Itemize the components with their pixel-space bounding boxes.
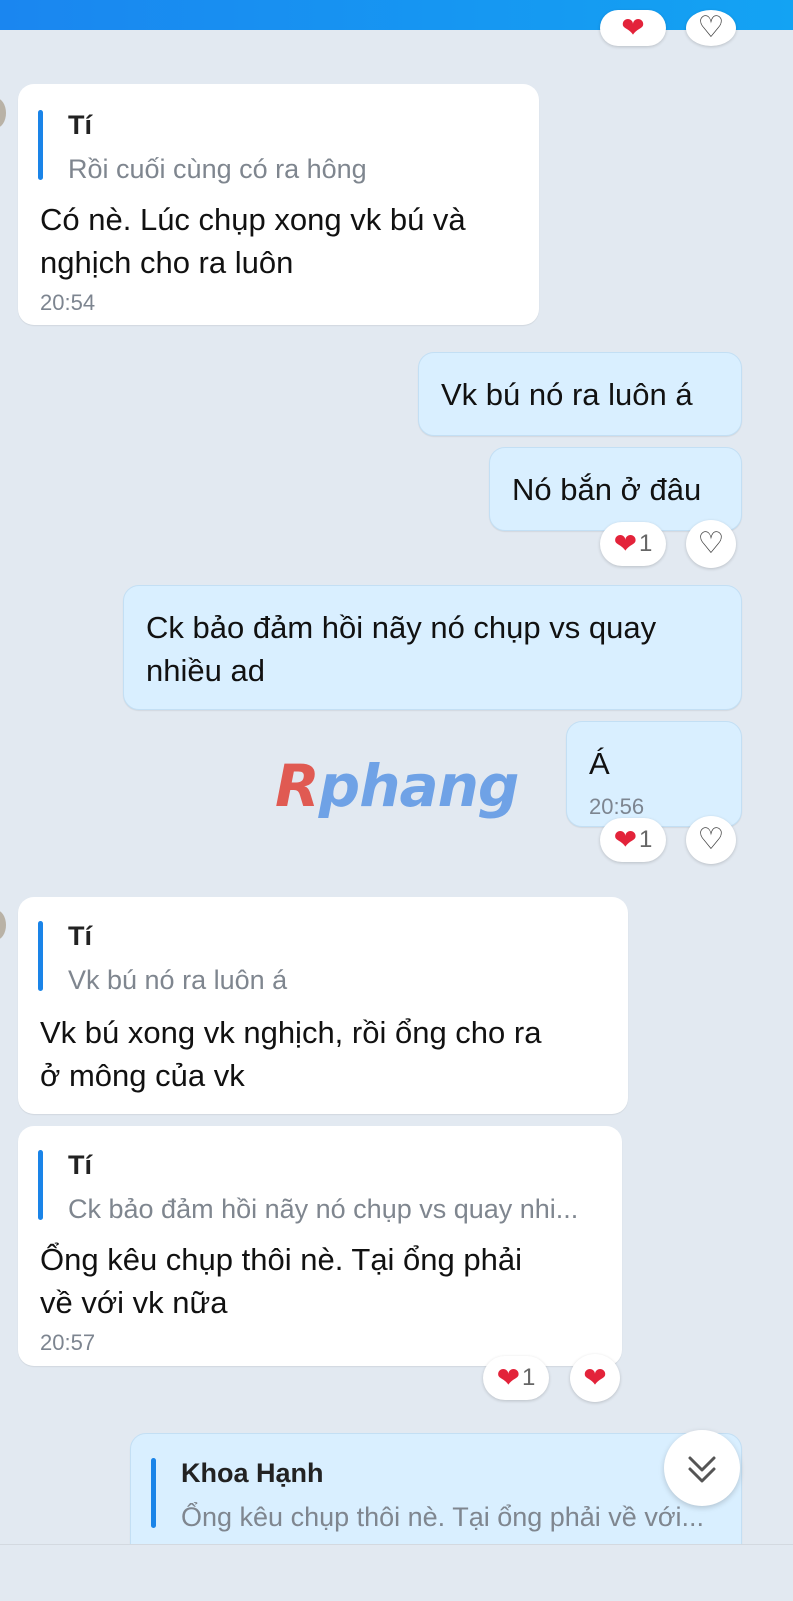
message-time: 20:57 — [40, 1330, 96, 1355]
scroll-to-bottom-button[interactable] — [664, 1430, 740, 1506]
message-time: 20:54 — [40, 290, 96, 315]
quote-bar — [38, 921, 43, 991]
message-bubble-outgoing[interactable]: Ck bảo đảm hồi nãy nó chụp vs quay nhiều… — [123, 585, 742, 710]
bottom-bar — [0, 1544, 793, 1601]
quote-bar — [151, 1458, 156, 1528]
heart-outline-icon: ♡ — [697, 527, 725, 560]
avatar[interactable] — [0, 98, 6, 128]
quote-bar — [38, 110, 43, 180]
message-bubble-outgoing[interactable]: Vk bú nó ra luôn á — [418, 352, 742, 436]
message-text: Ổng kêu chụp thôi nè. Tại ổng phải về vớ… — [40, 1242, 522, 1320]
message-bubble-incoming[interactable]: Tí Ck bảo đảm hồi nãy nó chụp vs quay nh… — [18, 1126, 622, 1366]
heart-outline-icon: ♡ — [697, 823, 725, 856]
reaction-pill[interactable]: ❤ 1 — [600, 818, 666, 862]
quote-author: Tí — [68, 1150, 92, 1180]
heart-filled-icon: ❤ — [496, 1362, 521, 1393]
watermark-logo: Rphang — [275, 752, 519, 820]
quote-bar — [38, 1150, 43, 1220]
avatar[interactable] — [0, 910, 6, 940]
quote-text: Ck bảo đảm hồi nãy nó chụp vs quay nhi..… — [68, 1194, 579, 1224]
quote-author: Tí — [68, 110, 92, 140]
message-bubble-incoming[interactable]: Tí Rồi cuối cùng có ra hông Có nè. Lúc c… — [18, 84, 539, 325]
react-button[interactable]: ♡ — [686, 520, 736, 568]
reaction-count: 1 — [522, 1364, 536, 1391]
message-text: Vk bú nó ra luôn á — [441, 377, 693, 412]
double-chevron-down-icon — [688, 1456, 716, 1483]
reaction-pill[interactable]: ❤ 1 — [483, 1356, 549, 1400]
heart-outline-icon: ♡ — [697, 11, 725, 44]
message-bubble-incoming[interactable]: Tí Vk bú nó ra luôn á Vk bú xong vk nghị… — [18, 897, 628, 1114]
quote-text: Vk bú nó ra luôn á — [68, 965, 288, 995]
message-bubble-outgoing[interactable]: Nó bắn ở đâu — [489, 447, 742, 531]
message-text: Ck bảo đảm hồi nãy nó chụp vs quay nhiều… — [146, 610, 657, 688]
message-bubble-outgoing[interactable]: Á 20:56 — [566, 721, 742, 827]
react-button[interactable]: ❤ — [570, 1354, 620, 1402]
reaction-pill[interactable]: ❤ 1 — [600, 522, 666, 566]
heart-filled-icon: ❤ — [613, 528, 638, 559]
reaction-count: 1 — [639, 530, 653, 557]
status-bar — [0, 0, 793, 30]
react-button[interactable]: ♡ — [686, 816, 736, 864]
reaction-count: 1 — [639, 826, 653, 853]
react-button[interactable]: ♡ — [686, 10, 736, 46]
quote-text: Rồi cuối cùng có ra hông — [68, 154, 367, 184]
heart-filled-icon: ❤ — [621, 12, 645, 43]
quote-text: Ổng kêu chụp thôi nè. Tại ổng phải về vớ… — [181, 1502, 705, 1532]
reaction-pill[interactable]: ❤ — [600, 10, 666, 46]
message-time: 20:56 — [589, 794, 645, 819]
quote-author: Khoa Hạnh — [181, 1458, 324, 1488]
heart-filled-icon: ❤ — [613, 824, 638, 855]
message-text: Nó bắn ở đâu — [512, 472, 702, 507]
heart-filled-icon: ❤ — [583, 1362, 607, 1393]
message-text: Vk bú xong vk nghịch, rồi ổng cho ra ở m… — [40, 1015, 542, 1093]
message-text: Có nè. Lúc chụp xong vk bú và nghịch cho… — [40, 202, 466, 280]
message-text: Á — [589, 746, 610, 781]
quote-author: Tí — [68, 921, 92, 951]
